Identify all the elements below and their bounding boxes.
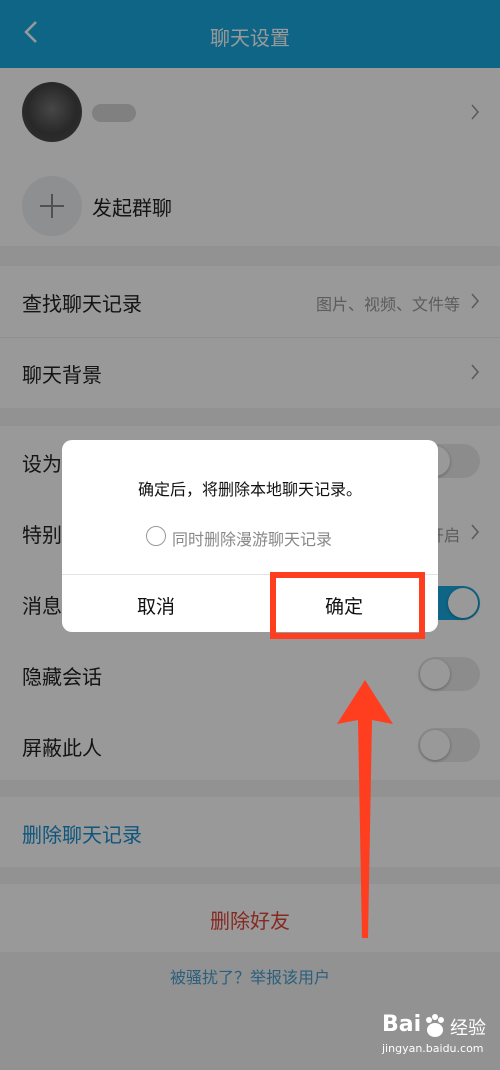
watermark-brand2: 经验 xyxy=(450,1018,486,1039)
paw-icon xyxy=(426,1014,444,1037)
radio-button[interactable] xyxy=(146,526,166,546)
watermark: Bai 经验 jingyan.baidu.com xyxy=(382,1012,497,1064)
arrow-up-icon xyxy=(337,680,393,938)
delete-roaming-option[interactable]: 同时删除漫游聊天记录 xyxy=(172,526,332,550)
cancel-button[interactable]: 取消 xyxy=(62,592,250,619)
dialog-message: 确定后，将删除本地聊天记录。 xyxy=(137,480,362,499)
watermark-url: jingyan.baidu.com xyxy=(382,1042,484,1055)
watermark-brand: Bai xyxy=(382,1012,422,1037)
highlight-box xyxy=(270,572,425,639)
